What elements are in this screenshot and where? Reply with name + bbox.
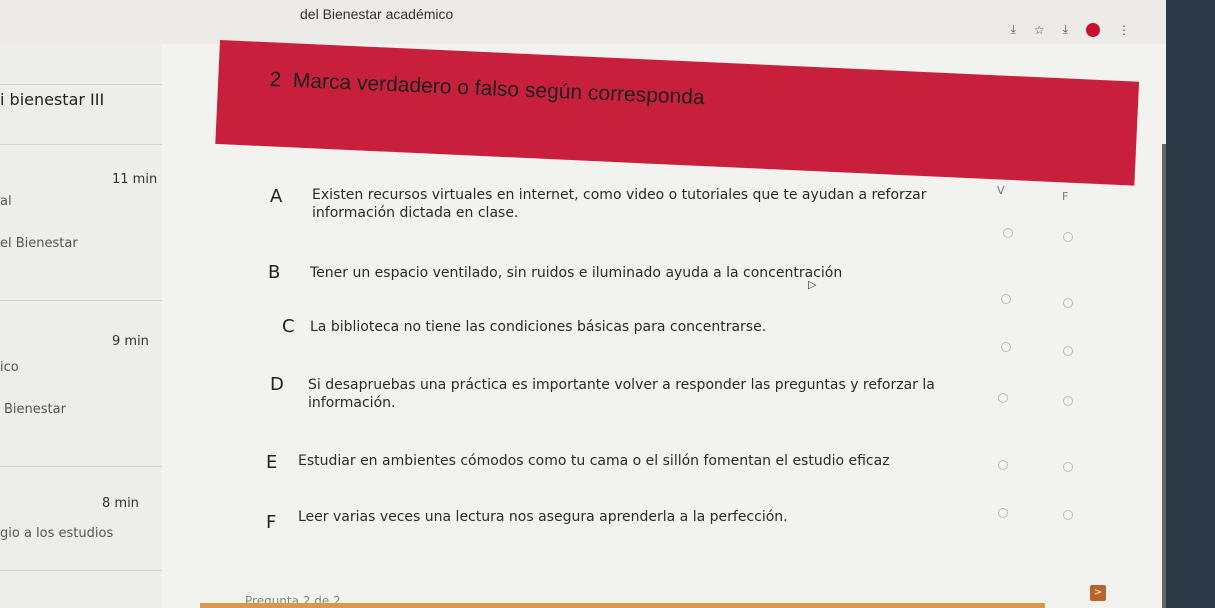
lesson-subtitle[interactable]: el Bienestar [0, 236, 78, 251]
divider [0, 144, 162, 145]
lesson-subtitle[interactable]: gio a los estudios [0, 526, 113, 541]
radio-false[interactable] [1063, 298, 1073, 308]
radio-true[interactable] [1001, 294, 1011, 304]
column-false-header: F [1062, 190, 1069, 203]
divider [0, 84, 162, 85]
radio-true[interactable] [1003, 228, 1013, 238]
lesson-subtitle[interactable]: Bienestar [4, 402, 66, 417]
radio-true[interactable] [998, 460, 1008, 470]
screen-edge [1166, 0, 1215, 608]
radio-true[interactable] [998, 393, 1008, 403]
item-letter: D [270, 374, 284, 395]
lesson-title[interactable]: ico [0, 360, 19, 375]
question-number: 2 [269, 68, 282, 92]
toolbar-icons: ⤓ ☆ ⤓ ⋮ [1011, 22, 1130, 37]
lesson-duration: 9 min [112, 334, 149, 349]
radio-false[interactable] [1063, 510, 1073, 520]
star-icon[interactable]: ☆ [1034, 23, 1045, 37]
column-true-header: V [997, 184, 1005, 197]
item-statement: Existen recursos virtuales en internet, … [312, 187, 927, 221]
item-letter: C [282, 316, 295, 337]
item-statement: Estudiar en ambientes cómodos como tu ca… [298, 453, 890, 469]
item-statement: La biblioteca no tiene las condiciones b… [310, 319, 767, 335]
radio-false[interactable] [1063, 396, 1073, 406]
item-letter: F [266, 512, 277, 533]
menu-icon[interactable]: ⋮ [1118, 23, 1130, 37]
next-button[interactable]: > [1090, 585, 1106, 601]
divider [0, 466, 162, 467]
lesson-duration: 11 min [112, 172, 158, 187]
course-sidebar: i bienestar III 11 min al el Bienestar 9… [0, 44, 162, 608]
item-statement: Leer varias veces una lectura nos asegur… [298, 509, 788, 525]
radio-true[interactable] [998, 508, 1008, 518]
divider [0, 570, 162, 571]
radio-true[interactable] [1001, 342, 1011, 352]
radio-false[interactable] [1063, 232, 1073, 242]
item-letter: B [268, 262, 281, 283]
item-statement: Si desapruebas una práctica es important… [308, 377, 935, 411]
item-letter: E [266, 452, 278, 473]
radio-false[interactable] [1063, 346, 1073, 356]
lesson-duration: 8 min [102, 496, 139, 511]
radio-false[interactable] [1063, 462, 1073, 472]
profile-icon[interactable] [1086, 22, 1100, 37]
lesson-title[interactable]: al [0, 194, 12, 209]
item-letter: A [270, 186, 283, 207]
tab-title[interactable]: del Bienestar académico [300, 6, 453, 22]
course-title: i bienestar III [0, 90, 105, 109]
divider [0, 300, 162, 301]
mouse-cursor-icon: ▷ [808, 278, 817, 291]
download-icon[interactable]: ⤓ [1011, 22, 1016, 37]
item-statement: Tener un espacio ventilado, sin ruidos e… [310, 265, 843, 281]
download-icon[interactable]: ⤓ [1063, 22, 1068, 37]
browser-toolbar: del Bienestar académico ⤓ ☆ ⤓ ⋮ [0, 0, 1190, 44]
progress-bar [200, 603, 1045, 608]
